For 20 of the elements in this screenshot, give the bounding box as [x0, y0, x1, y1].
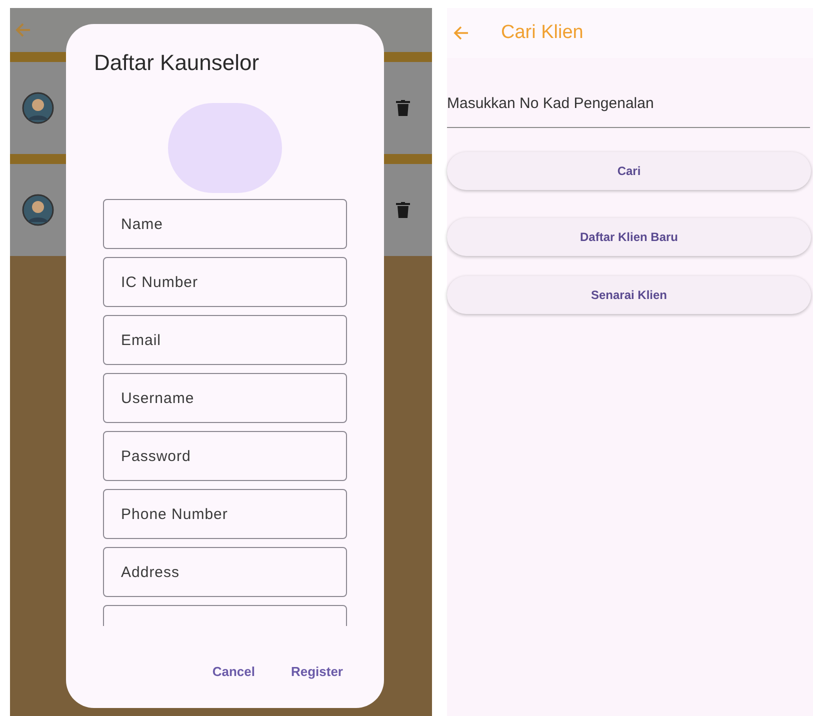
input-field[interactable]: IC Number: [103, 257, 347, 307]
input-field[interactable]: Email: [103, 315, 347, 365]
action-button[interactable]: Cari: [447, 152, 811, 190]
avatar-icon: [22, 92, 54, 124]
dialog-button[interactable]: Cancel: [212, 662, 255, 682]
delete-icon[interactable]: [396, 100, 410, 116]
input-field[interactable]: Username: [103, 373, 347, 423]
input-field[interactable]: Phone Number: [103, 489, 347, 539]
action-button[interactable]: Senarai Klien: [447, 276, 811, 314]
dialog-button[interactable]: Register: [290, 662, 343, 682]
back-arrow-icon[interactable]: [453, 25, 469, 41]
screen-title: Cari Klien: [501, 20, 584, 45]
avatar-icon: [22, 194, 54, 226]
input-field[interactable]: Masukkan No Kad Pengenalan: [447, 80, 810, 128]
dialog-title: Daftar Kaunselor: [94, 49, 260, 77]
action-button[interactable]: Daftar Klien Baru: [447, 218, 811, 256]
input-field[interactable]: Name: [103, 199, 347, 249]
delete-icon[interactable]: [396, 202, 410, 218]
input-field[interactable]: Address: [103, 547, 347, 597]
input-field[interactable]: Password: [103, 431, 347, 481]
